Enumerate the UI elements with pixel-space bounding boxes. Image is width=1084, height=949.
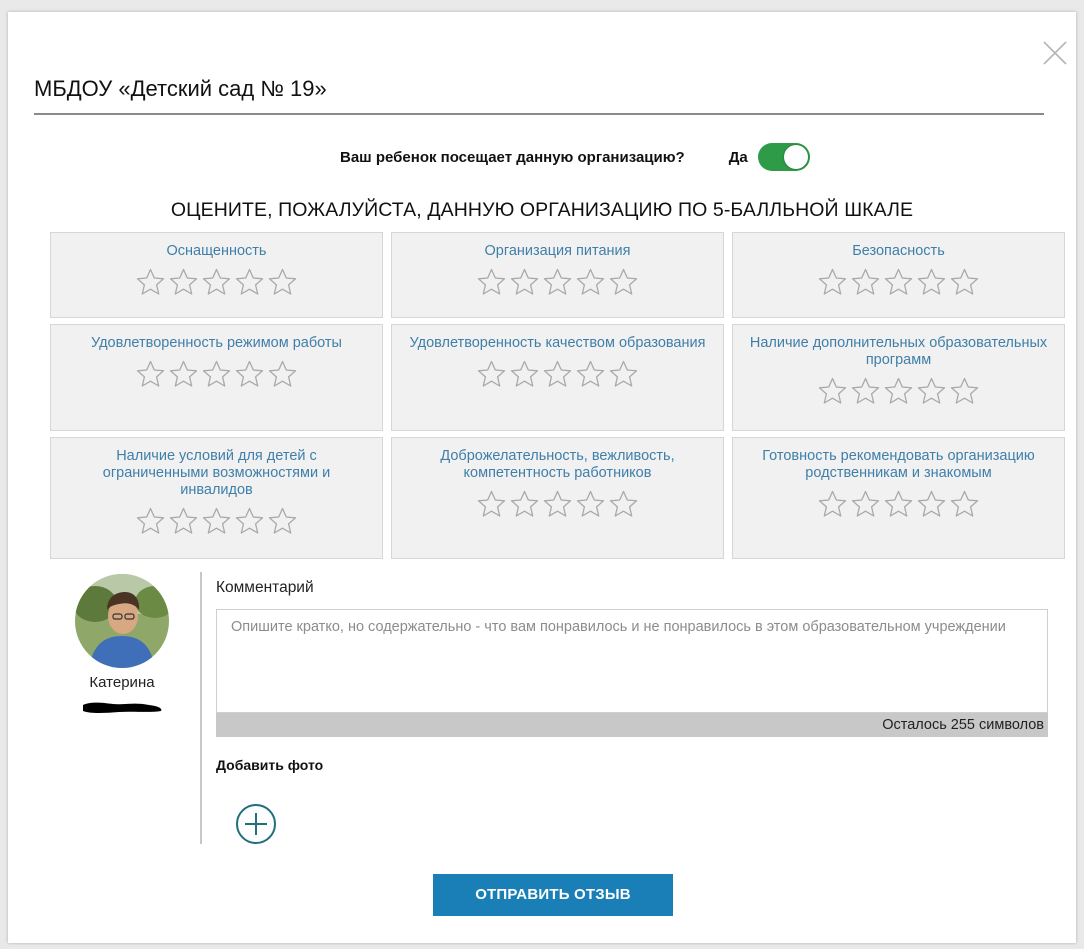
star-icon[interactable] (608, 489, 639, 519)
star-icon[interactable] (201, 506, 232, 536)
add-photo-button[interactable] (234, 802, 278, 846)
title-divider (34, 113, 1044, 115)
attendance-toggle[interactable] (757, 143, 810, 171)
submit-review-button[interactable]: ОТПРАВИТЬ ОТЗЫВ (433, 874, 673, 916)
star-icon[interactable] (135, 267, 166, 297)
star-icon[interactable] (575, 489, 606, 519)
user-block: Катерина (64, 574, 180, 715)
star-icon[interactable] (949, 376, 980, 406)
star-icon[interactable] (542, 489, 573, 519)
star-icon[interactable] (168, 506, 199, 536)
rating-cell: Доброжелательность, вежливость, компетен… (391, 437, 724, 559)
star-icon[interactable] (135, 359, 166, 389)
star-icon[interactable] (575, 267, 606, 297)
star-rating (816, 267, 981, 297)
star-icon[interactable] (850, 267, 881, 297)
comment-input[interactable] (231, 618, 1033, 704)
star-icon[interactable] (201, 359, 232, 389)
rating-cell: Удовлетворенность режимом работы (50, 324, 383, 431)
star-icon[interactable] (883, 376, 914, 406)
star-icon[interactable] (509, 267, 540, 297)
star-rating (475, 489, 640, 519)
star-icon[interactable] (267, 506, 298, 536)
criterion-label: Доброжелательность, вежливость, компетен… (440, 448, 675, 481)
toggle-knob (783, 145, 808, 169)
star-icon[interactable] (476, 267, 507, 297)
star-icon[interactable] (850, 376, 881, 406)
star-icon[interactable] (883, 489, 914, 519)
vertical-divider (200, 572, 202, 844)
star-icon[interactable] (234, 267, 265, 297)
star-rating (475, 267, 640, 297)
criterion-label: Удовлетворенность режимом работы (91, 335, 342, 351)
plus-circle-icon (236, 804, 276, 844)
rating-cell: Готовность рекомендовать организацию род… (732, 437, 1065, 559)
add-photo-label: Добавить фото (216, 757, 324, 773)
star-icon[interactable] (201, 267, 232, 297)
criterion-label: Организация питания (484, 243, 631, 259)
star-rating (816, 376, 981, 406)
star-rating (134, 506, 299, 536)
star-icon[interactable] (949, 489, 980, 519)
criterion-label: Наличие дополнительных образовательных п… (749, 335, 1048, 368)
star-icon[interactable] (916, 376, 947, 406)
rating-cell: Наличие условий для детей с ограниченным… (50, 437, 383, 559)
attendance-question: Ваш ребенок посещает данную организацию? (340, 148, 685, 166)
star-icon[interactable] (916, 489, 947, 519)
star-icon[interactable] (267, 267, 298, 297)
star-icon[interactable] (267, 359, 298, 389)
star-icon[interactable] (234, 359, 265, 389)
comment-label: Комментарий (216, 579, 314, 596)
star-icon[interactable] (135, 506, 166, 536)
star-rating (816, 489, 981, 519)
star-rating (134, 267, 299, 297)
star-icon[interactable] (817, 489, 848, 519)
star-icon[interactable] (916, 267, 947, 297)
attendance-answer-label: Да (728, 148, 748, 166)
star-icon[interactable] (850, 489, 881, 519)
star-icon[interactable] (817, 376, 848, 406)
star-icon[interactable] (608, 359, 639, 389)
review-modal: МБДОУ «Детский сад № 19» Ваш ребенок пос… (8, 12, 1076, 943)
avatar (75, 574, 169, 668)
rating-heading: ОЦЕНИТЕ, ПОЖАЛУЙСТА, ДАННУЮ ОРГАНИЗАЦИЮ … (170, 199, 914, 221)
star-icon[interactable] (883, 267, 914, 297)
modal-title: МБДОУ «Детский сад № 19» (34, 76, 327, 101)
star-icon[interactable] (476, 359, 507, 389)
avatar-photo (75, 574, 169, 668)
rating-cell: Безопасность (732, 232, 1065, 318)
star-icon[interactable] (542, 267, 573, 297)
user-name: Катерина (89, 674, 155, 691)
star-rating (134, 359, 299, 389)
rating-cell: Организация питания (391, 232, 724, 318)
criterion-label: Безопасность (852, 243, 945, 259)
star-icon[interactable] (949, 267, 980, 297)
star-icon[interactable] (575, 359, 606, 389)
criterion-label: Наличие условий для детей с ограниченным… (102, 448, 331, 498)
star-icon[interactable] (234, 506, 265, 536)
rating-cell: Наличие дополнительных образовательных п… (732, 324, 1065, 431)
attendance-row: Ваш ребенок посещает данную организацию?… (340, 142, 810, 172)
star-icon[interactable] (542, 359, 573, 389)
criterion-label: Оснащенность (166, 243, 267, 259)
star-icon[interactable] (476, 489, 507, 519)
star-icon[interactable] (817, 267, 848, 297)
close-icon (1043, 41, 1067, 65)
star-icon[interactable] (608, 267, 639, 297)
star-rating (475, 359, 640, 389)
close-button[interactable] (1040, 38, 1070, 68)
star-icon[interactable] (168, 267, 199, 297)
comment-box (216, 609, 1048, 713)
rating-cell: Оснащенность (50, 232, 383, 318)
rating-cell: Удовлетворенность качеством образования (391, 324, 724, 431)
criterion-label: Удовлетворенность качеством образования (409, 335, 706, 351)
criterion-label: Готовность рекомендовать организацию род… (762, 448, 1035, 481)
star-icon[interactable] (509, 489, 540, 519)
star-icon[interactable] (168, 359, 199, 389)
star-icon[interactable] (509, 359, 540, 389)
rating-grid: Оснащенность Организация питания Безопас… (50, 232, 1066, 559)
char-counter: Осталось 255 символов (216, 713, 1048, 737)
redacted-surname (79, 699, 165, 715)
